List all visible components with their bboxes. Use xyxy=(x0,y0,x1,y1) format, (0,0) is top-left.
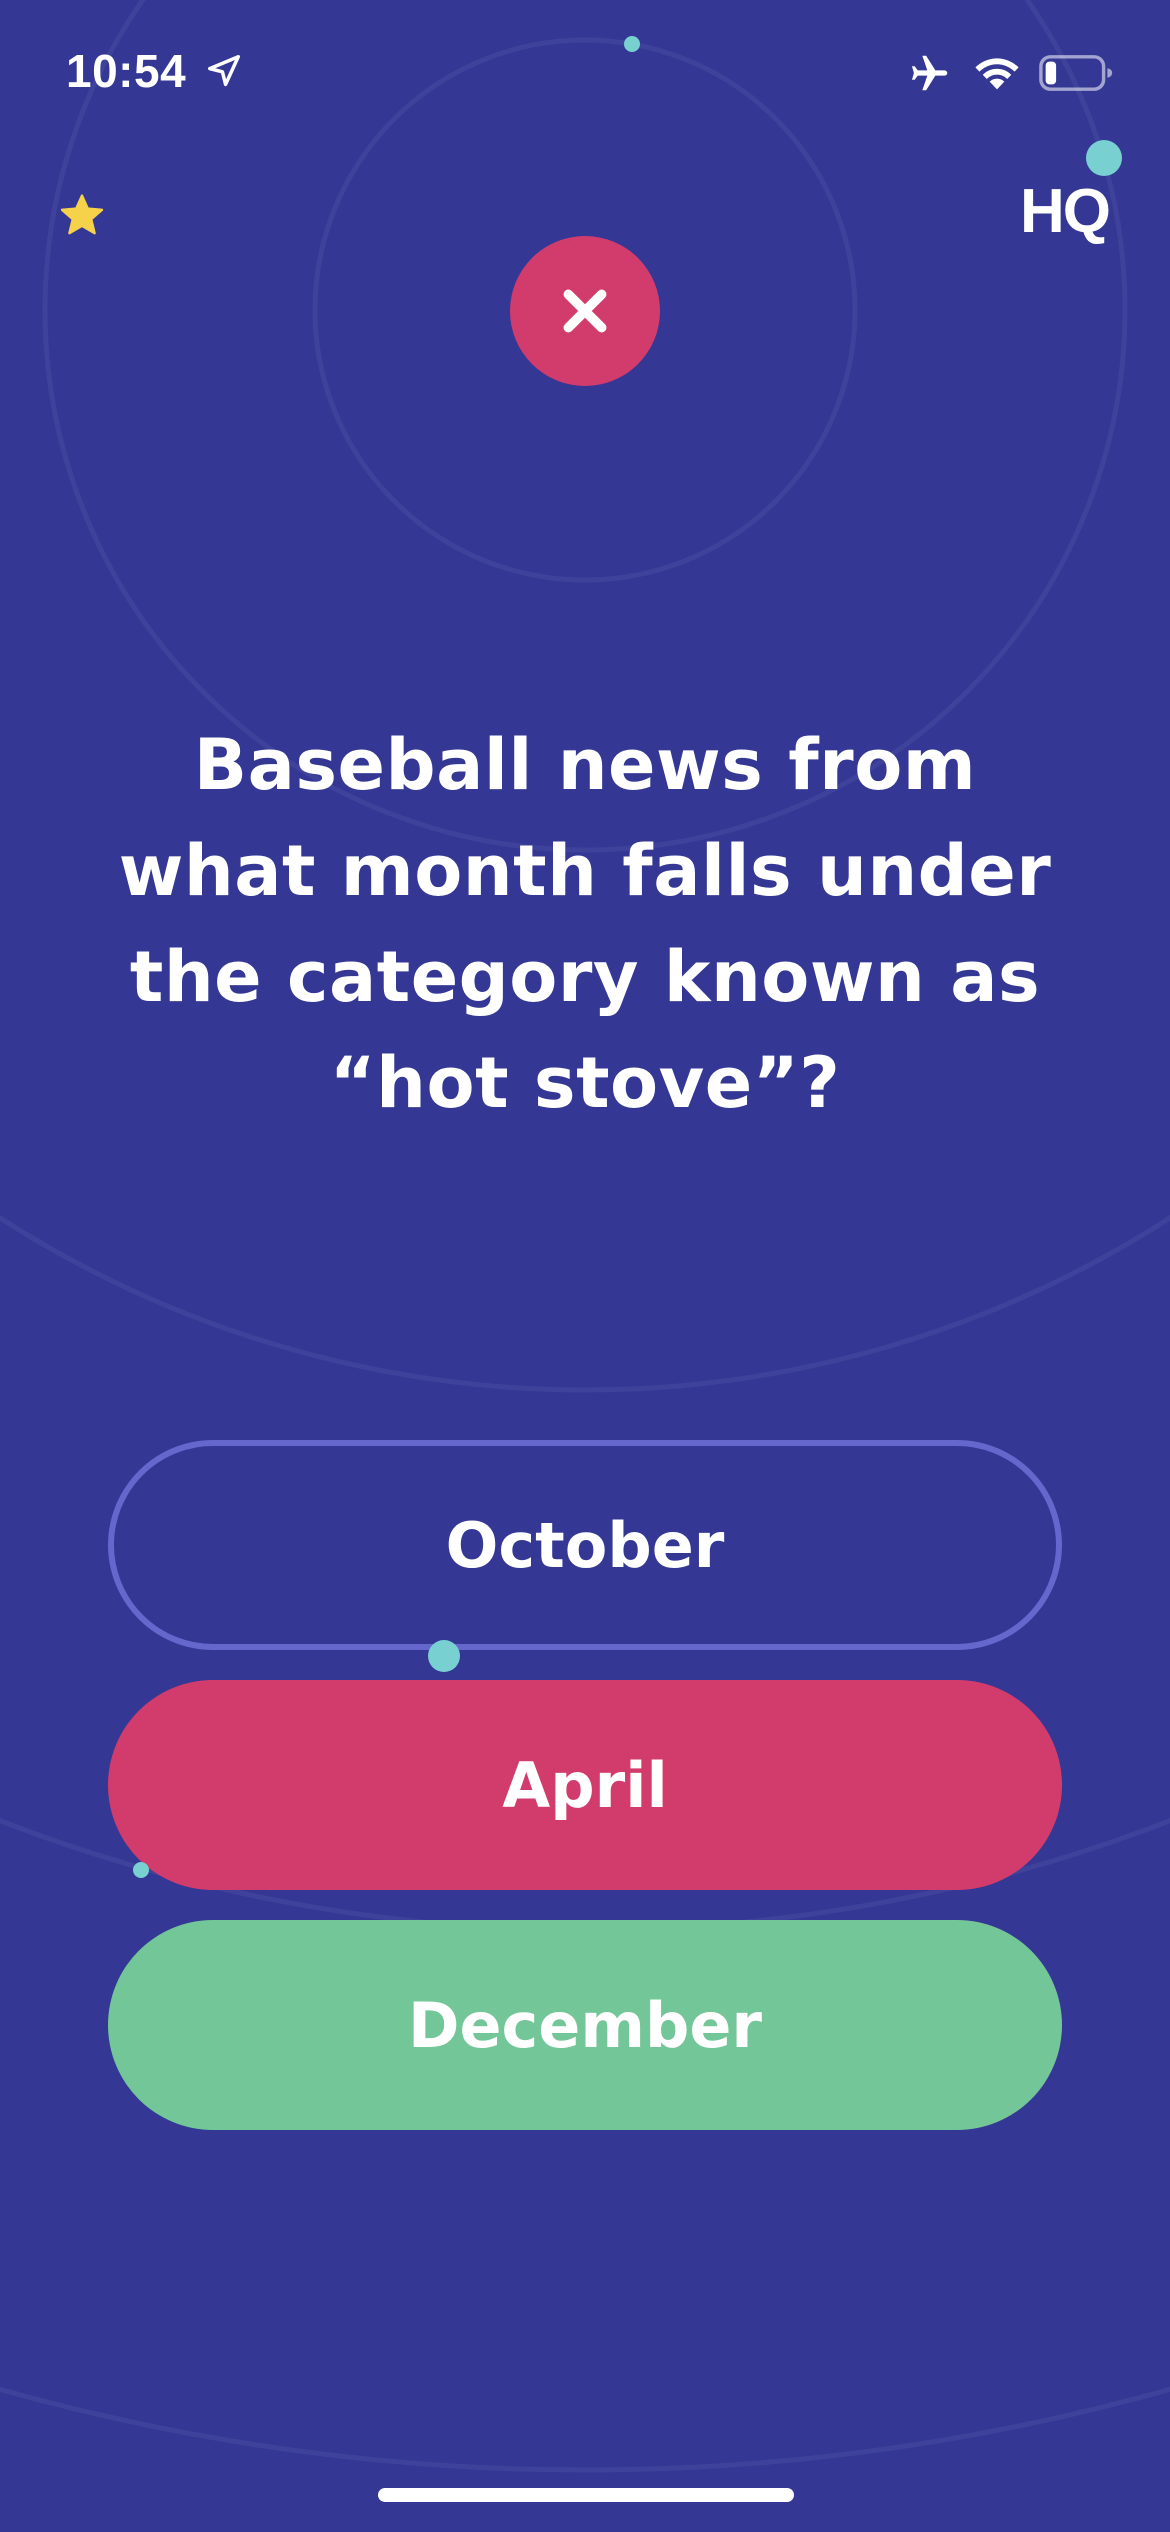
home-indicator[interactable] xyxy=(378,2488,794,2502)
particle-dot xyxy=(624,36,640,52)
hq-logo-text: HQ xyxy=(1020,177,1111,246)
answer-label: December xyxy=(408,1988,762,2062)
close-icon xyxy=(563,289,607,333)
answer-label: October xyxy=(445,1508,725,1582)
trivia-screen: 10:54 HQ Baseball news from what month f xyxy=(0,0,1170,2532)
battery-icon xyxy=(1039,55,1113,91)
star-icon[interactable] xyxy=(58,192,106,240)
location-arrow-icon xyxy=(208,55,240,87)
wifi-icon xyxy=(975,58,1019,90)
hq-logo-dot xyxy=(1086,140,1122,176)
status-time: 10:54 xyxy=(66,45,187,97)
particle-dot xyxy=(133,1862,149,1878)
particle-dot xyxy=(428,1640,460,1672)
answer-option-3[interactable]: December xyxy=(108,1920,1062,2130)
answer-label: April xyxy=(502,1748,668,1822)
answer-option-2[interactable]: April xyxy=(108,1680,1062,1890)
airplane-icon xyxy=(911,55,948,91)
answer-option-1[interactable]: October xyxy=(108,1440,1062,1650)
hq-logo: HQ xyxy=(1018,140,1128,250)
status-bar: 10:54 xyxy=(0,0,1170,150)
wrong-answer-badge xyxy=(510,236,660,386)
question-text: Baseball news from what month falls unde… xyxy=(118,724,1052,1124)
